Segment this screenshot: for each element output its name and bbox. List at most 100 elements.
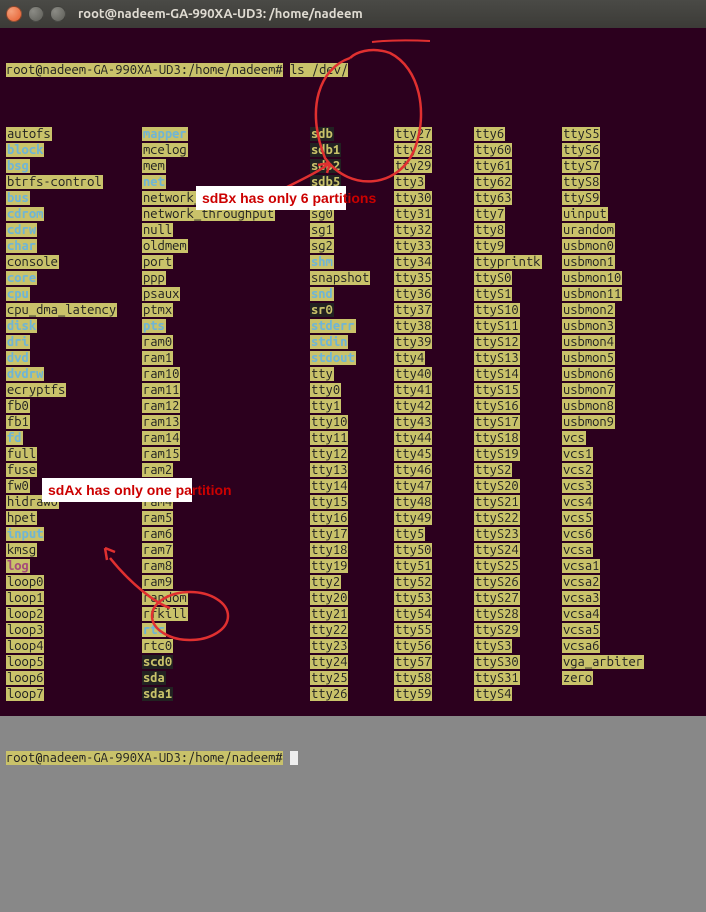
list-item: sdb6 — [310, 190, 394, 206]
list-item: cpu — [6, 286, 142, 302]
list-item: usbmon11 — [562, 286, 662, 302]
dev-entry: ecryptfs — [6, 383, 66, 397]
dev-entry: tty46 — [394, 463, 432, 477]
dev-entry: sdb2 — [310, 159, 341, 173]
list-item: ttyS14 — [474, 366, 562, 382]
list-item: tty54 — [394, 606, 474, 622]
list-item: tty19 — [310, 558, 394, 574]
maximize-icon[interactable] — [50, 6, 66, 22]
list-item: ttyS9 — [562, 190, 662, 206]
list-item: ptmx — [142, 302, 310, 318]
list-item: sdb1 — [310, 142, 394, 158]
list-item: tty57 — [394, 654, 474, 670]
list-item: ttyS21 — [474, 494, 562, 510]
list-item: loop3 — [6, 622, 142, 638]
dev-entry: vcs — [562, 431, 586, 445]
list-item: tty11 — [310, 430, 394, 446]
list-item: tty37 — [394, 302, 474, 318]
list-item: loop6 — [6, 670, 142, 686]
dev-entry: tty6 — [474, 127, 505, 141]
dev-entry: tty3 — [394, 175, 425, 189]
dev-entry: tty — [310, 367, 334, 381]
list-item: ram0 — [142, 334, 310, 350]
list-item: tty26 — [310, 686, 394, 702]
list-item: tty23 — [310, 638, 394, 654]
dev-entry: ttyS10 — [474, 303, 520, 317]
list-item: tty15 — [310, 494, 394, 510]
list-item: usbmon1 — [562, 254, 662, 270]
dev-entry: psaux — [142, 287, 180, 301]
dev-entry: tty33 — [394, 239, 432, 253]
dev-entry: tty39 — [394, 335, 432, 349]
list-item: ttyS1 — [474, 286, 562, 302]
list-item: tty55 — [394, 622, 474, 638]
list-item: vcs2 — [562, 462, 662, 478]
dev-entry: tty21 — [310, 607, 348, 621]
list-item: vga_arbiter — [562, 654, 662, 670]
dev-entry: mapper — [142, 127, 188, 141]
prompt-line-1: root@nadeem-GA-990XA-UD3:/home/nadeem# l… — [6, 62, 700, 78]
minimize-icon[interactable] — [28, 6, 44, 22]
dev-entry: ttyS18 — [474, 431, 520, 445]
list-item: usbmon7 — [562, 382, 662, 398]
dev-entry: ram7 — [142, 543, 173, 557]
list-item: sda — [142, 670, 310, 686]
dev-entry: tty53 — [394, 591, 432, 605]
dev-entry: tty43 — [394, 415, 432, 429]
list-item: usbmon6 — [562, 366, 662, 382]
dev-entry: cdrw — [6, 223, 37, 237]
dev-entry: tty60 — [474, 143, 512, 157]
dev-entry: ram12 — [142, 399, 180, 413]
dev-entry: char — [6, 239, 37, 253]
dev-entry: ttyS30 — [474, 655, 520, 669]
ls-column: tty6tty60tty61tty62tty63tty7tty8tty9ttyp… — [474, 126, 562, 702]
dev-entry: bsg — [6, 159, 30, 173]
dev-entry: tty51 — [394, 559, 432, 573]
dev-entry: fd — [6, 431, 23, 445]
list-item: tty41 — [394, 382, 474, 398]
dev-entry: tty27 — [394, 127, 432, 141]
list-item: fuse — [6, 462, 142, 478]
dev-entry: ram14 — [142, 431, 180, 445]
dev-entry: dvdrw — [6, 367, 44, 381]
cursor-icon — [290, 751, 298, 765]
dev-entry: tty36 — [394, 287, 432, 301]
dev-entry: ttyS14 — [474, 367, 520, 381]
list-item: tty47 — [394, 478, 474, 494]
close-icon[interactable] — [6, 6, 22, 22]
list-item: vcsa5 — [562, 622, 662, 638]
dev-entry: snd — [310, 287, 334, 301]
dev-entry: sda — [142, 671, 166, 685]
list-item: ram12 — [142, 398, 310, 414]
terminal-body[interactable]: root@nadeem-GA-990XA-UD3:/home/nadeem# l… — [0, 28, 706, 912]
list-item: tty20 — [310, 590, 394, 606]
list-item: net — [142, 174, 310, 190]
dev-entry: ram2 — [142, 463, 173, 477]
dev-entry: port — [142, 255, 173, 269]
list-item: fw0 — [6, 478, 142, 494]
dev-entry: ram6 — [142, 527, 173, 541]
list-item: random — [142, 590, 310, 606]
dev-entry: tty5 — [394, 527, 425, 541]
list-item: tty13 — [310, 462, 394, 478]
list-item: usbmon4 — [562, 334, 662, 350]
list-item: psaux — [142, 286, 310, 302]
dev-entry: tty61 — [474, 159, 512, 173]
dev-entry: ram0 — [142, 335, 173, 349]
list-item: oldmem — [142, 238, 310, 254]
dev-entry: uinput — [562, 207, 608, 221]
dev-entry: loop4 — [6, 639, 44, 653]
list-item: sg1 — [310, 222, 394, 238]
dev-entry: ttyS1 — [474, 287, 512, 301]
dev-entry: tty24 — [310, 655, 348, 669]
list-item: ttyS11 — [474, 318, 562, 334]
list-item: usbmon2 — [562, 302, 662, 318]
dev-entry: stderr — [310, 319, 356, 333]
dev-entry: dri — [6, 335, 30, 349]
ls-column: ttyS5ttyS6ttyS7ttyS8ttyS9uinputurandomus… — [562, 126, 662, 702]
list-item: ttyS8 — [562, 174, 662, 190]
list-item: ram3 — [142, 478, 310, 494]
list-item: tty24 — [310, 654, 394, 670]
list-item: tty59 — [394, 686, 474, 702]
dev-entry: stdin — [310, 335, 348, 349]
